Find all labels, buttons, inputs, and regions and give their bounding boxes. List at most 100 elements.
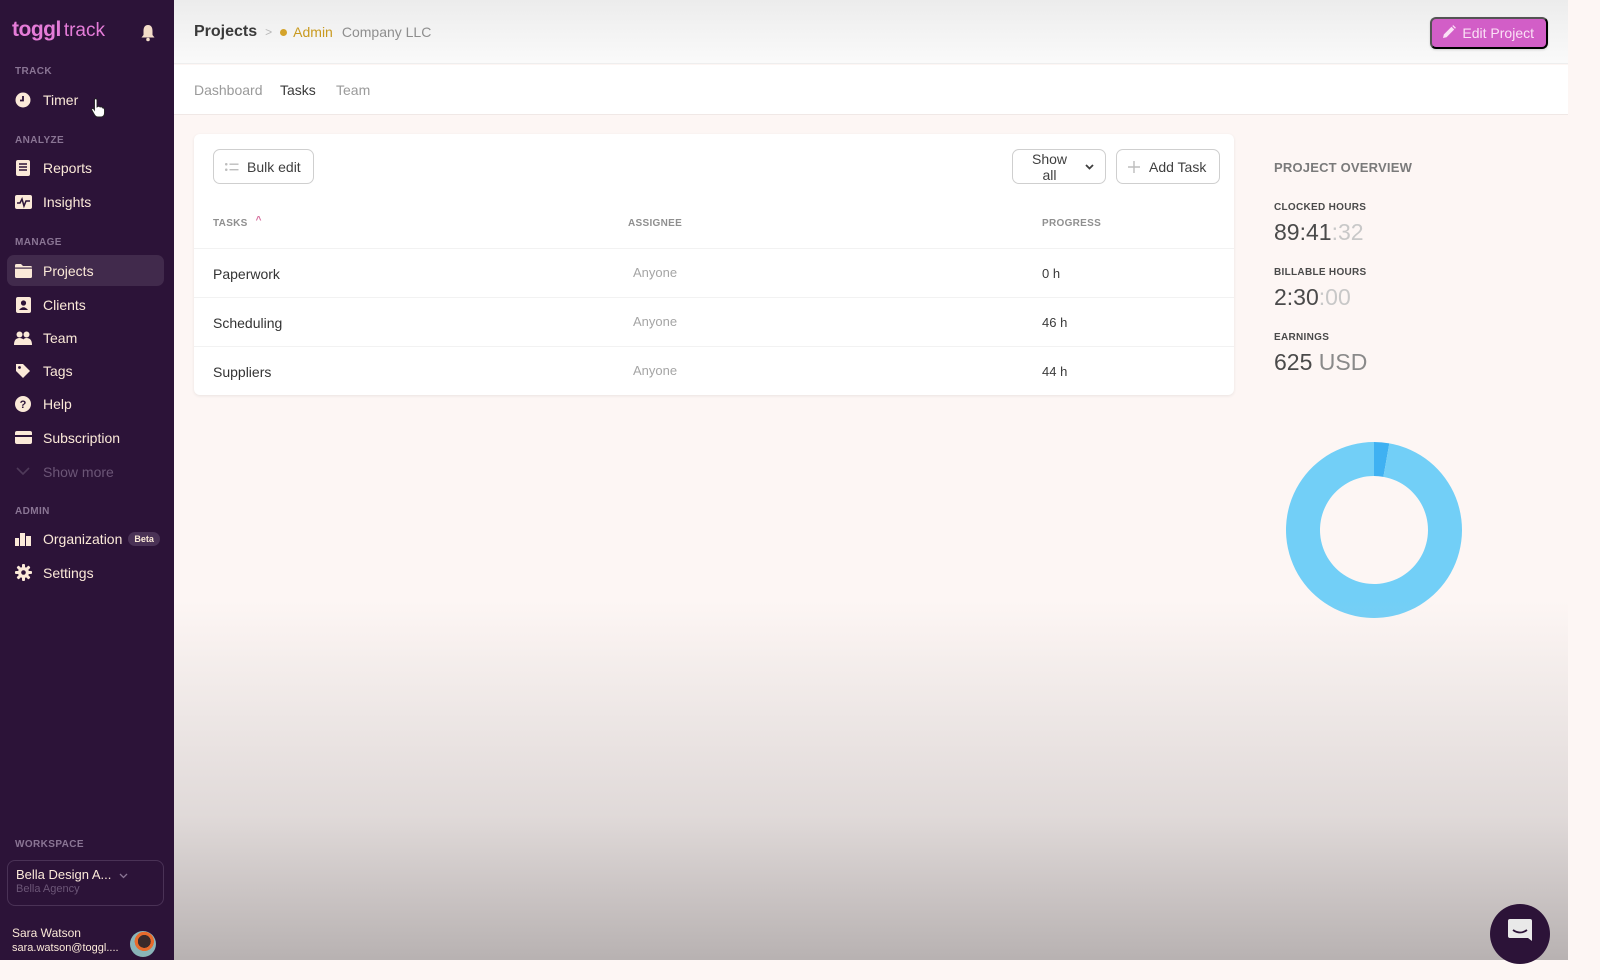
reports-icon [14,159,32,177]
sidebar-item-subscription[interactable]: Subscription [7,422,164,453]
svg-text:?: ? [20,399,27,411]
donut-slice-non-billable[interactable] [1286,442,1462,618]
section-manage: MANAGE [15,237,62,248]
sidebar-item-timer[interactable]: Timer [7,84,164,115]
beta-badge: Beta [128,531,160,546]
sidebar-item-help[interactable]: ? Help [7,388,164,419]
billable-hours-main: 2:30 [1274,284,1319,310]
sidebar-item-label: Help [43,395,72,412]
column-header-tasks[interactable]: TASKS ^ [213,215,262,229]
add-task-button[interactable]: Add Task [1116,149,1220,184]
billable-hours-seconds: :00 [1318,284,1351,310]
sidebar-item-label: Tags [43,362,73,379]
add-task-label: Add Task [1149,158,1207,175]
insights-icon [14,193,32,211]
table-row[interactable]: Paperwork Anyone 0 h [194,248,1234,297]
table-row[interactable]: Suppliers Anyone 44 h [194,346,1234,395]
project-tabs: Dashboard Tasks Team [174,65,1568,115]
sidebar-item-label: Team [43,329,78,346]
page-header: Projects > Admin Company LLC Edit Projec… [174,0,1568,64]
tasks-card: Bulk edit Show all Add Task TASKS ^ ASSIG… [194,134,1234,395]
clocked-hours-value: 89:41:32 [1274,219,1514,246]
tag-icon [14,362,32,380]
tab-team[interactable]: Team [336,82,370,98]
earnings-amount: 625 [1274,349,1313,375]
section-admin: ADMIN [15,506,50,517]
earnings-block: EARNINGS 625 USD [1274,332,1514,376]
avatar[interactable] [130,931,156,957]
sidebar-item-label: Projects [43,262,94,279]
column-header-label: TASKS [213,218,248,229]
workspace-switcher[interactable]: Bella Design A... Bella Agency [7,860,164,906]
credit-card-icon [14,429,32,447]
filter-selected-value: Show all [1031,150,1068,183]
column-header-progress[interactable]: PROGRESS [1042,218,1101,229]
task-assignee[interactable]: Anyone [633,265,677,280]
screen-vignette-overlay [174,600,1568,960]
sidebar-item-team[interactable]: Team [7,322,164,353]
sidebar-item-label: Show more [43,463,114,480]
logo-product: track [63,20,105,41]
project-overview: PROJECT OVERVIEW CLOCKED HOURS 89:41:32 … [1274,160,1514,376]
sidebar-item-settings[interactable]: Settings [7,557,164,588]
sidebar-item-insights[interactable]: Insights [7,186,164,217]
sidebar-item-label: Reports [43,159,93,176]
task-name: Paperwork [213,266,280,282]
hand-cursor-icon [91,98,105,118]
team-icon [14,329,32,347]
task-progress: 44 h [1042,364,1068,379]
earnings-label: EARNINGS [1274,332,1330,343]
sidebar-item-label: Clients [43,296,86,313]
chat-icon [1505,917,1535,952]
sidebar: toggl track TRACK Timer ANALYZE Reports … [0,0,174,960]
billable-donut-chart [1286,442,1462,618]
clocked-hours-label: CLOCKED HOURS [1274,202,1367,213]
sidebar-item-label: Organization [43,530,123,547]
bell-icon[interactable] [140,24,156,42]
sidebar-item-clients[interactable]: Clients [7,289,164,320]
bulk-edit-button[interactable]: Bulk edit [213,149,314,184]
billable-hours-label: BILLABLE HOURS [1274,267,1367,278]
sort-ascending-icon: ^ [255,215,262,226]
sidebar-show-more[interactable]: Show more [7,456,164,487]
task-name: Scheduling [213,315,283,331]
table-row[interactable]: Scheduling Anyone 46 h [194,297,1234,346]
help-icon: ? [14,395,32,413]
list-icon [225,162,239,172]
chevron-down-icon [14,463,32,481]
clocked-hours-seconds: :32 [1331,219,1364,245]
client-card-icon [14,296,32,314]
chevron-down-icon [1085,163,1094,170]
sidebar-item-tags[interactable]: Tags [7,355,164,386]
sidebar-item-projects[interactable]: Projects [7,255,164,286]
task-assignee[interactable]: Anyone [633,314,677,329]
clocked-hours-block: CLOCKED HOURS 89:41:32 [1274,202,1514,246]
pencil-icon [1442,24,1457,42]
breadcrumb: Projects > Admin Company LLC [194,23,431,41]
column-header-assignee[interactable]: ASSIGNEE [628,218,682,229]
earnings-value: 625 USD [1274,349,1514,376]
breadcrumb-project-name: Admin [293,24,333,40]
section-track: TRACK [15,66,52,77]
user-profile[interactable]: Sara Watson sara.watson@toggl.... [12,926,162,960]
folder-icon [14,262,32,280]
toggl-track-logo[interactable]: toggl track [12,18,105,46]
earnings-currency: USD [1318,349,1368,375]
show-all-filter-dropdown[interactable]: Show all [1012,149,1106,184]
overview-title: PROJECT OVERVIEW [1274,160,1413,175]
breadcrumb-projects-link[interactable]: Projects [194,23,257,41]
tab-dashboard[interactable]: Dashboard [194,82,263,98]
clocked-hours-main: 89:41 [1274,219,1332,245]
workspace-name: Bella Design A... [16,867,112,882]
edit-project-button[interactable]: Edit Project [1430,17,1548,49]
organization-icon [14,530,32,548]
logo-brand: toggl [12,18,61,41]
sidebar-item-organization[interactable]: Organization Beta [7,523,164,554]
support-chat-button[interactable] [1490,904,1550,964]
workspace-organization: Bella Agency [16,883,80,895]
billable-hours-value: 2:30:00 [1274,284,1514,311]
section-analyze: ANALYZE [15,135,65,146]
task-assignee[interactable]: Anyone [633,363,677,378]
tab-tasks[interactable]: Tasks [280,82,316,98]
sidebar-item-reports[interactable]: Reports [7,152,164,183]
